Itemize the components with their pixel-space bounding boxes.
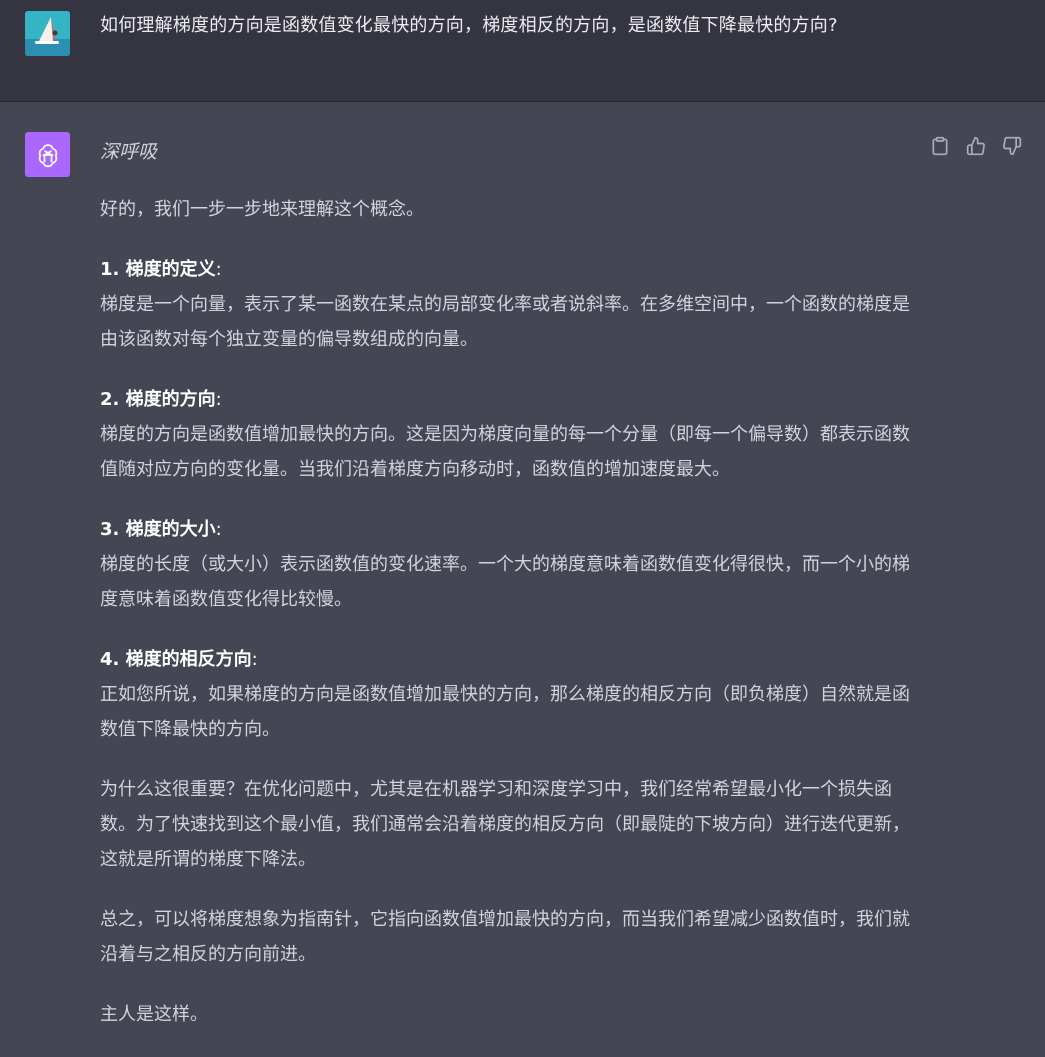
section-definition: 1. 梯度的定义: 梯度是一个向量，表示了某一函数在某点的局部变化率或者说斜率。… [100,252,910,357]
why-paragraph: 为什么这很重要？在优化问题中，尤其是在机器学习和深度学习中，我们经常希望最小化一… [100,779,910,870]
section-title: 1. 梯度的定义: [100,259,222,280]
windsurf-avatar-image [25,11,70,56]
assistant-name: 深呼吸 [100,141,158,163]
copy-icon[interactable] [929,135,951,157]
section-opposite-direction: 4. 梯度的相反方向: 正如您所说，如果梯度的方向是函数值增加最快的方向，那么梯… [100,642,910,747]
openai-logo-icon [25,132,70,177]
section-direction: 2. 梯度的方向: 梯度的方向是函数值增加最快的方向。这是因为梯度向量的每一个分… [100,382,910,487]
assistant-message-content: 好的，我们一步一步地来理解这个概念。 1. 梯度的定义: 梯度是一个向量，表示了… [100,192,910,1057]
section-title: 2. 梯度的方向: [100,389,222,410]
closing-paragraph: 主人是这样。 [100,1004,208,1025]
thumbs-up-icon[interactable] [965,135,987,157]
section-body: 梯度是一个向量，表示了某一函数在某点的局部变化率或者说斜率。在多维空间中，一个函… [100,294,910,350]
user-message: 如何理解梯度的方向是函数值变化最快的方向，梯度相反的方向，是函数值下降最快的方向… [0,0,1045,102]
thumbs-down-icon[interactable] [1001,135,1023,157]
section-body: 梯度的方向是函数值增加最快的方向。这是因为梯度向量的每一个分量（即每一个偏导数）… [100,424,910,480]
section-title: 4. 梯度的相反方向: [100,649,258,670]
user-avatar [25,11,70,56]
message-actions [929,135,1023,157]
section-magnitude: 3. 梯度的大小: 梯度的长度（或大小）表示函数值的变化速率。一个大的梯度意味着… [100,512,910,617]
section-body: 梯度的长度（或大小）表示函数值的变化速率。一个大的梯度意味着函数值变化得很快，而… [100,554,910,610]
summary-paragraph: 总之，可以将梯度想象为指南针，它指向函数值增加最快的方向，而当我们希望减少函数值… [100,909,910,965]
section-title: 3. 梯度的大小: [100,519,222,540]
user-message-text: 如何理解梯度的方向是函数值变化最快的方向，梯度相反的方向，是函数值下降最快的方向… [100,15,838,36]
assistant-message: 深呼吸 好的，我们一步一步地来理解这个概念。 1. 梯度的定义: 梯度是一个向量… [0,102,1045,1048]
section-body: 正如您所说，如果梯度的方向是函数值增加最快的方向，那么梯度的相反方向（即负梯度）… [100,684,910,740]
intro-paragraph: 好的，我们一步一步地来理解这个概念。 [100,199,424,220]
